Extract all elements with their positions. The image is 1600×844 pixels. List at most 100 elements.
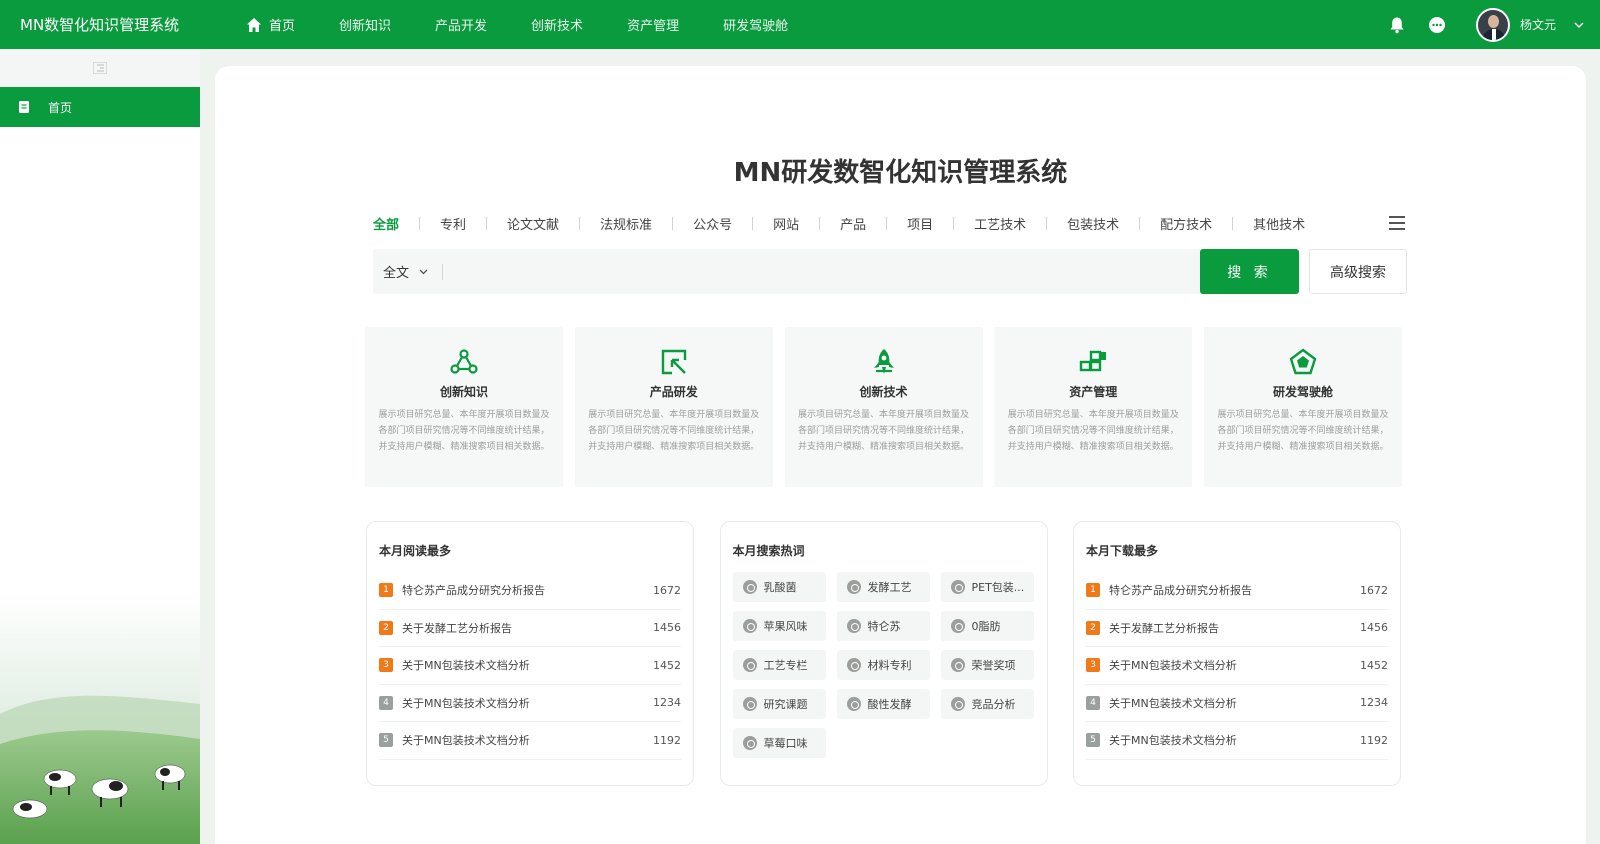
hot-search-tag[interactable]: 发酵工艺 bbox=[836, 572, 930, 602]
search-input[interactable] bbox=[443, 249, 1200, 294]
chevron-down-icon bbox=[419, 269, 428, 274]
search-scope-select[interactable]: 全文 bbox=[373, 262, 442, 281]
hot-search-tag[interactable]: 特仑苏 bbox=[836, 611, 930, 641]
list-item[interactable]: 1 特仑苏产品成分研究分析报告 1672 bbox=[1086, 572, 1388, 610]
tab-process-tech[interactable]: 工艺技术 bbox=[974, 214, 1026, 233]
tag-icon bbox=[846, 697, 861, 711]
hot-search-tag[interactable]: 草莓口味 bbox=[732, 728, 826, 758]
module-card-rd-cockpit[interactable]: 研发驾驶舱 展示项目研究总量、本年度开展项目数量及各部门项目研究情况等不同维度统… bbox=[1204, 327, 1402, 487]
list-item-count: 1234 bbox=[653, 696, 681, 710]
tab-regulations[interactable]: 法规标准 bbox=[600, 214, 652, 233]
notification-bell-icon[interactable] bbox=[1386, 14, 1408, 36]
search-scope-value: 全文 bbox=[383, 266, 410, 281]
tab-formula-tech[interactable]: 配方技术 bbox=[1160, 214, 1212, 233]
page-title: MN研发数智化知识管理系统 bbox=[733, 158, 1068, 188]
rank-badge: 2 bbox=[1086, 620, 1100, 635]
user-name[interactable]: 杨文元 bbox=[1520, 16, 1556, 33]
tab-official-accounts[interactable]: 公众号 bbox=[693, 214, 732, 233]
list-item[interactable]: 3 关于MN包装技术文档分析 1452 bbox=[1086, 647, 1388, 685]
hot-search-tag[interactable]: 研究课题 bbox=[732, 689, 826, 719]
advanced-search-button[interactable]: 高级搜索 bbox=[1309, 249, 1407, 294]
tab-divider bbox=[486, 216, 488, 230]
module-card-innovation-knowledge[interactable]: 创新知识 展示项目研究总量、本年度开展项目数量及各部门项目研究情况等不同维度统计… bbox=[365, 327, 563, 487]
most-read-panel: 本月阅读最多 1 特仑苏产品成分研究分析报告 1672 2 关于发酵工艺分析报告… bbox=[366, 521, 694, 786]
nav-item-innovation-knowledge[interactable]: 创新知识 bbox=[317, 0, 413, 49]
tag-label: 酸性发酵 bbox=[867, 698, 912, 711]
list-item-title: 关于发酵工艺分析报告 bbox=[1109, 621, 1219, 635]
tag-icon bbox=[742, 619, 757, 633]
tab-divider bbox=[819, 216, 821, 230]
tag-icon bbox=[846, 658, 861, 672]
message-chat-icon[interactable] bbox=[1426, 14, 1448, 36]
hot-search-tag[interactable]: 荣誉奖项 bbox=[940, 650, 1034, 680]
list-item[interactable]: 2 关于发酵工艺分析报告 1456 bbox=[1086, 610, 1388, 647]
hot-search-tag[interactable]: 0脂肪 bbox=[940, 611, 1034, 641]
blocks-icon bbox=[1080, 350, 1107, 372]
module-card-product-rd[interactable]: 产品研发 展示项目研究总量、本年度开展项目数量及各部门项目研究情况等不同维度统计… bbox=[574, 327, 773, 487]
module-card-innovation-technology[interactable]: 创新技术 展示项目研究总量、本年度开展项目数量及各部门项目研究情况等不同维度统计… bbox=[784, 327, 983, 487]
collapse-menu-icon bbox=[93, 62, 107, 74]
nav-item-rd-cockpit[interactable]: 研发驾驶舱 bbox=[701, 0, 810, 49]
sidebar-collapse-button[interactable] bbox=[0, 49, 200, 87]
user-avatar[interactable] bbox=[1475, 7, 1510, 42]
module-card-asset-management[interactable]: 资产管理 展示项目研究总量、本年度开展项目数量及各部门项目研究情况等不同维度统计… bbox=[994, 327, 1193, 487]
nav-item-home[interactable]: 首页 bbox=[224, 0, 317, 49]
tab-projects[interactable]: 项目 bbox=[907, 214, 933, 233]
list-item[interactable]: 4 关于MN包装技术文档分析 1234 bbox=[379, 685, 681, 722]
card-title: 资产管理 bbox=[1069, 385, 1118, 399]
tab-websites[interactable]: 网站 bbox=[773, 214, 799, 233]
list-item-title: 关于发酵工艺分析报告 bbox=[402, 621, 512, 635]
list-item-count: 1456 bbox=[653, 621, 681, 635]
hot-search-tag[interactable]: 工艺专栏 bbox=[732, 650, 826, 680]
hot-search-tag[interactable]: 材料专利 bbox=[836, 650, 930, 680]
hot-search-tag[interactable]: 乳酸菌 bbox=[732, 572, 826, 602]
search-button[interactable]: 搜 索 bbox=[1200, 249, 1299, 294]
tag-label: 乳酸菌 bbox=[763, 581, 797, 594]
tag-icon bbox=[846, 580, 861, 594]
rank-badge: 1 bbox=[1086, 583, 1100, 598]
list-item[interactable]: 4 关于MN包装技术文档分析 1234 bbox=[1086, 685, 1388, 722]
tab-packaging-tech[interactable]: 包装技术 bbox=[1067, 214, 1119, 233]
list-item[interactable]: 5 关于MN包装技术文档分析 1192 bbox=[379, 722, 681, 760]
tab-divider bbox=[953, 216, 955, 230]
list-item[interactable]: 5 关于MN包装技术文档分析 1192 bbox=[1086, 722, 1388, 760]
list-item[interactable]: 2 关于发酵工艺分析报告 1456 bbox=[379, 610, 681, 647]
nav-item-product-development[interactable]: 产品开发 bbox=[413, 0, 509, 49]
rank-badge: 4 bbox=[1086, 695, 1100, 710]
nav-item-label: 资产管理 bbox=[627, 19, 680, 34]
card-title: 研发驾驶舱 bbox=[1272, 385, 1333, 399]
tag-label: 研究课题 bbox=[763, 698, 808, 711]
chevron-down-icon[interactable] bbox=[1574, 22, 1584, 28]
hot-search-tag[interactable]: 苹果风味 bbox=[732, 611, 826, 641]
tab-all[interactable]: 全部 bbox=[373, 214, 399, 233]
tab-divider bbox=[1232, 216, 1234, 230]
tab-other-tech[interactable]: 其他技术 bbox=[1253, 214, 1305, 233]
tag-label: 荣誉奖项 bbox=[971, 659, 1016, 672]
category-tabs: 全部 专利 论文文献 法规标准 公众号 网站 产品 项目 工艺技术 包装技术 配… bbox=[373, 214, 1405, 233]
tag-label: PET包装... bbox=[971, 581, 1025, 594]
tab-papers[interactable]: 论文文献 bbox=[507, 214, 559, 233]
sidebar-item-home[interactable]: 首页 bbox=[0, 87, 200, 127]
nav-item-asset-management[interactable]: 资产管理 bbox=[605, 0, 701, 49]
rocket-icon bbox=[873, 349, 894, 374]
card-title: 创新知识 bbox=[439, 385, 488, 399]
stat-panels: 本月阅读最多 1 特仑苏产品成分研究分析报告 1672 2 关于发酵工艺分析报告… bbox=[366, 521, 1401, 786]
hot-search-tag[interactable]: 竞品分析 bbox=[940, 689, 1034, 719]
tag-label: 发酵工艺 bbox=[867, 581, 912, 594]
app-brand[interactable]: MN数智化知识管理系统 bbox=[0, 14, 200, 35]
sidebar-item-label: 首页 bbox=[48, 100, 73, 115]
nav-item-innovation-technology[interactable]: 创新技术 bbox=[509, 0, 605, 49]
tab-products[interactable]: 产品 bbox=[840, 214, 866, 233]
hot-search-tag[interactable]: 酸性发酵 bbox=[836, 689, 930, 719]
list-item[interactable]: 3 关于MN包装技术文档分析 1452 bbox=[379, 647, 681, 685]
list-item[interactable]: 1 特仑苏产品成分研究分析报告 1672 bbox=[379, 572, 681, 610]
hot-search-tag[interactable]: PET包装... bbox=[940, 572, 1034, 602]
hamburger-menu-icon[interactable] bbox=[1389, 216, 1405, 230]
tag-icon bbox=[950, 658, 965, 672]
tag-icon bbox=[742, 736, 757, 750]
tag-icon bbox=[742, 658, 757, 672]
list-item-count: 1192 bbox=[1360, 733, 1388, 747]
nav-item-label: 研发驾驶舱 bbox=[723, 19, 789, 34]
tab-patent[interactable]: 专利 bbox=[440, 214, 466, 233]
rank-badge: 3 bbox=[379, 658, 393, 673]
